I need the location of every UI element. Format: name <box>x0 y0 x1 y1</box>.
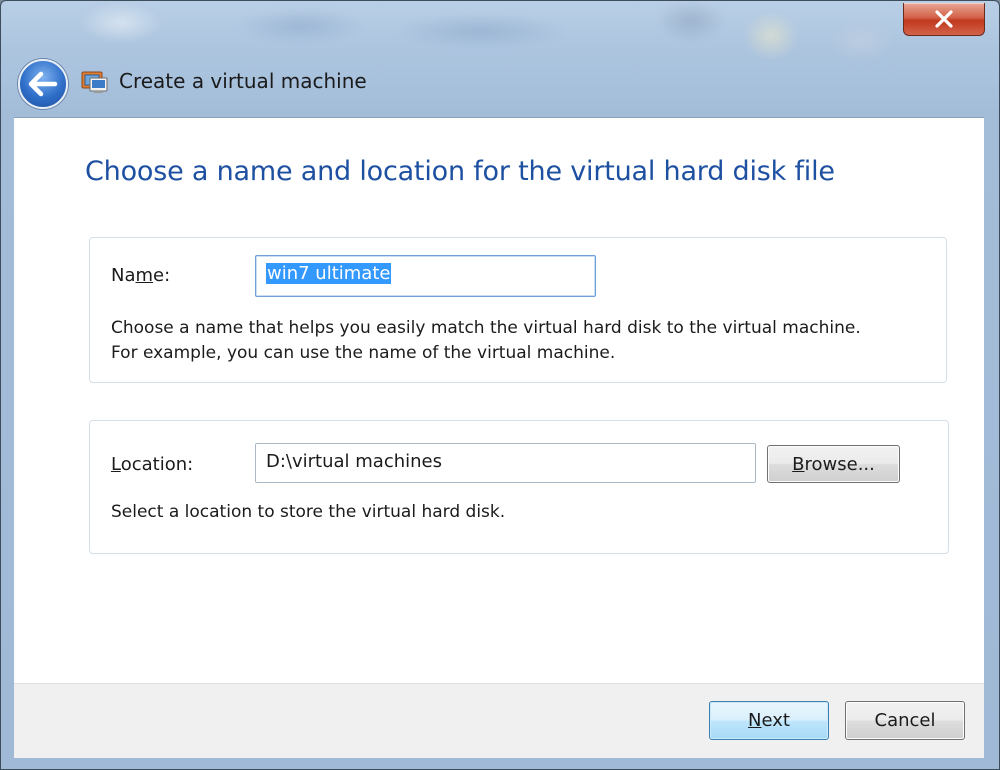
name-input[interactable]: win7 ultimate <box>255 255 596 297</box>
location-label: Location: <box>111 454 194 475</box>
cancel-button[interactable]: Cancel <box>845 701 965 740</box>
page-heading: Choose a name and location for the virtu… <box>85 156 835 187</box>
name-group: Name: win7 ultimate Choose a name that h… <box>89 237 947 383</box>
wizard-content: Choose a name and location for the virtu… <box>14 117 984 684</box>
close-button[interactable] <box>903 3 985 36</box>
location-input[interactable]: D:\virtual machines <box>255 443 756 483</box>
wizard-footer: Next Cancel <box>14 683 984 758</box>
name-description: Choose a name that helps you easily matc… <box>111 316 861 366</box>
name-description-line2: For example, you can use the name of the… <box>111 343 616 363</box>
name-label: Name: <box>111 265 171 286</box>
close-icon <box>935 10 953 28</box>
browse-mnemonic: B <box>792 453 805 475</box>
cancel-label: Cancel <box>874 710 936 731</box>
browse-label: rowse... <box>804 453 875 475</box>
virtual-machine-icon <box>81 69 109 95</box>
location-group: Location: D:\virtual machines Browse... … <box>89 420 949 554</box>
location-input-value: D:\virtual machines <box>266 451 442 472</box>
window-title: Create a virtual machine <box>119 69 367 93</box>
browse-button[interactable]: Browse... <box>767 445 900 483</box>
name-input-value: win7 ultimate <box>266 263 392 284</box>
next-label: ext <box>761 710 790 731</box>
background-blur <box>1 1 999 113</box>
back-button[interactable] <box>18 59 68 109</box>
next-button[interactable]: Next <box>709 701 829 740</box>
back-arrow-icon <box>28 71 58 97</box>
location-description: Select a location to store the virtual h… <box>111 502 506 522</box>
window-frame: Create a virtual machine Choose a name a… <box>0 0 1000 770</box>
next-mnemonic: N <box>748 710 762 731</box>
name-description-line1: Choose a name that helps you easily matc… <box>111 318 861 338</box>
